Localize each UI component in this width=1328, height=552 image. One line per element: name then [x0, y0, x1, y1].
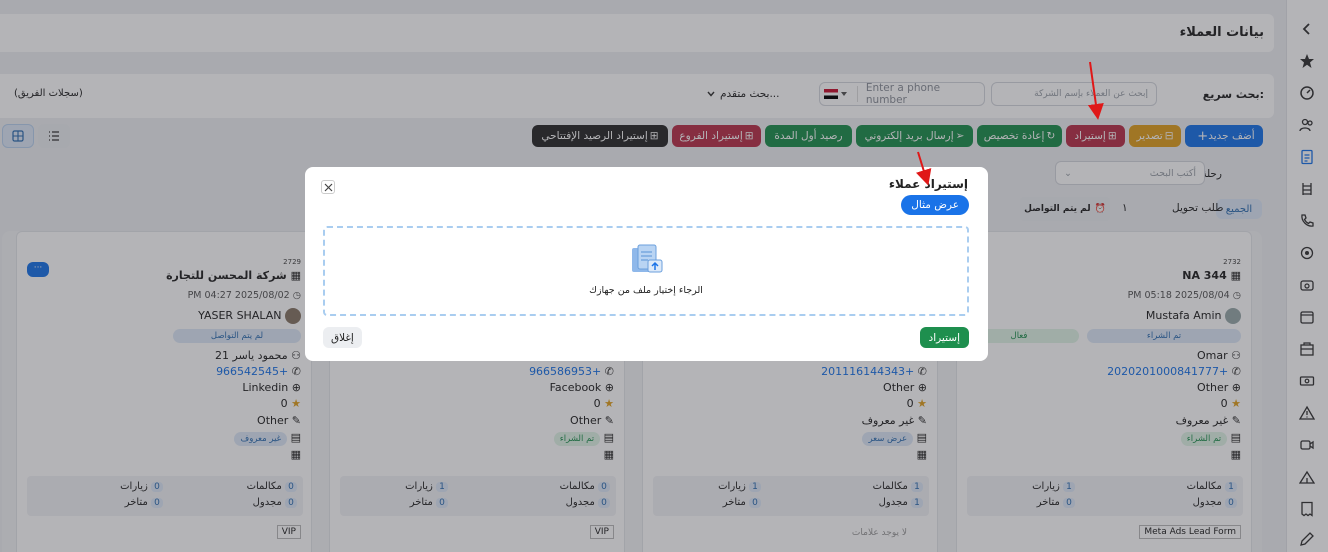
import-customers-modal: إستيراد عملاء عرض مثال الرجاء إختيار ملف… — [305, 167, 988, 361]
file-dropzone[interactable]: الرجاء إختيار ملف من جهازك — [323, 226, 969, 316]
view-sample-button[interactable]: عرض مثال — [901, 195, 969, 215]
dropzone-text: الرجاء إختيار ملف من جهازك — [589, 285, 703, 296]
close-icon[interactable] — [321, 180, 335, 194]
upload-file-icon — [630, 244, 664, 276]
import-submit-button[interactable]: إستيراد — [919, 327, 969, 348]
modal-title: إستيراد عملاء — [888, 177, 968, 191]
close-button[interactable]: إغلاق — [323, 327, 362, 348]
